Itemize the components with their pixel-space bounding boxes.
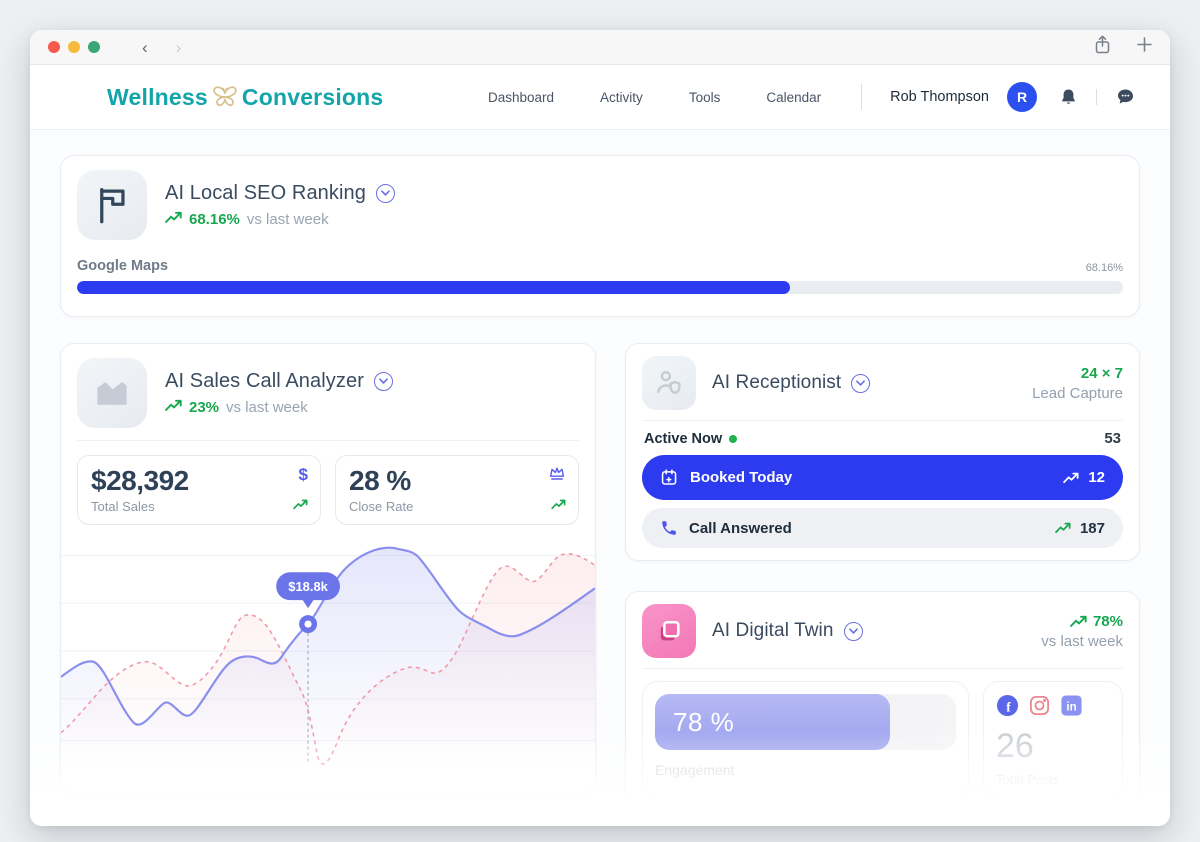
engagement-label: Engagement — [655, 762, 956, 778]
app-window: ‹ › Wellness — [30, 30, 1170, 826]
titlebar: ‹ › — [30, 30, 1170, 65]
main-nav: Dashboard Activity Tools Calendar — [488, 90, 821, 105]
digital-twin-icon — [642, 604, 696, 658]
stat-value: $28,392 — [91, 465, 307, 497]
trend-up-icon — [1055, 522, 1071, 534]
nav-item-activity[interactable]: Activity — [600, 90, 643, 105]
trend-suffix: vs last week — [247, 211, 329, 228]
svg-text:in: in — [1066, 701, 1076, 713]
booked-today-label: Booked Today — [690, 469, 792, 486]
calendar-plus-icon — [660, 468, 679, 487]
total-posts-label: Total Posts — [996, 772, 1110, 787]
row-booked-today[interactable]: Booked Today 12 — [642, 455, 1123, 500]
close-window-button[interactable] — [48, 41, 60, 53]
nav-item-calendar[interactable]: Calendar — [766, 90, 821, 105]
svg-text:$18.8k: $18.8k — [288, 579, 328, 594]
trend-up-icon — [293, 497, 308, 515]
chevron-down-icon[interactable] — [376, 184, 395, 203]
booked-today-value: 12 — [1088, 469, 1105, 486]
back-icon[interactable]: ‹ — [128, 39, 162, 56]
forward-icon[interactable]: › — [162, 39, 196, 56]
sales-line-chart[interactable]: $18.8k — [61, 535, 595, 770]
engagement-fill: 78 % — [655, 694, 890, 750]
stat-value: 28 % — [349, 465, 565, 497]
trend-suffix: vs last week — [226, 399, 308, 416]
badge-24x7: 24 × 7 — [1032, 365, 1123, 382]
trend-value: 78% — [1093, 613, 1123, 630]
trend-suffix: vs last week — [1041, 633, 1123, 650]
trend-up-icon — [1063, 472, 1079, 484]
app-header: Wellness Conversions Dashboard Activity … — [30, 65, 1170, 130]
instagram-icon[interactable] — [1028, 694, 1051, 717]
engagement-track: 78 % — [655, 694, 956, 750]
trend-up-icon — [551, 497, 566, 515]
messages-icon[interactable] — [1115, 87, 1136, 107]
call-answered-label: Call Answered — [689, 520, 792, 537]
total-posts-value: 26 — [996, 727, 1110, 766]
zoom-window-button[interactable] — [88, 41, 100, 53]
crown-icon — [548, 465, 566, 486]
engagement-value: 78 % — [673, 707, 734, 738]
trend-up-icon — [165, 211, 182, 229]
nav-item-dashboard[interactable]: Dashboard — [488, 90, 554, 105]
avatar[interactable]: R — [1007, 82, 1037, 112]
butterfly-icon — [210, 84, 240, 110]
user-name[interactable]: Rob Thompson — [890, 89, 989, 105]
dollar-icon: $ — [299, 465, 308, 485]
engagement-tile: 78 % Engagement — [642, 681, 969, 800]
stat-total-sales[interactable]: $28,392 Total Sales $ — [77, 455, 321, 525]
card-ai-digital-twin: AI Digital Twin 78% — [625, 591, 1140, 826]
svg-text:f: f — [1006, 699, 1011, 714]
total-posts-tile: f — [983, 681, 1123, 800]
header-divider — [861, 84, 862, 110]
badge-label: Lead Capture — [1032, 385, 1123, 402]
meter-label: Google Maps — [77, 258, 168, 274]
notifications-bell-icon[interactable] — [1059, 87, 1078, 107]
receptionist-icon — [642, 356, 696, 410]
card-title: AI Receptionist — [712, 372, 841, 394]
chevron-down-icon[interactable] — [844, 622, 863, 641]
progress-track — [77, 281, 1123, 294]
minimize-window-button[interactable] — [68, 41, 80, 53]
area-chart-icon — [77, 358, 147, 428]
online-status-dot — [729, 435, 737, 443]
trend-value: 68.16% — [189, 211, 240, 228]
call-answered-value: 187 — [1080, 520, 1105, 537]
dashboard-main: AI Local SEO Ranking 68.16% vs last week — [30, 130, 1170, 826]
card-ai-receptionist: AI Receptionist 24 × 7 Lead Capture — [625, 343, 1140, 561]
row-call-answered[interactable]: Call Answered 187 — [642, 508, 1123, 548]
stat-close-rate[interactable]: 28 % Close Rate — [335, 455, 579, 525]
chevron-down-icon[interactable] — [374, 372, 393, 391]
active-now-label: Active Now — [644, 431, 722, 447]
logo-word-1: Wellness — [107, 84, 208, 111]
progress-fill — [77, 281, 790, 294]
card-title: AI Sales Call Analyzer — [165, 370, 364, 393]
window-controls — [48, 41, 100, 53]
new-tab-icon[interactable] — [1137, 37, 1152, 57]
meter-value: 68.16% — [1086, 262, 1123, 274]
icon-divider — [1096, 89, 1097, 105]
card-ai-local-seo-ranking: AI Local SEO Ranking 68.16% vs last week — [60, 155, 1140, 317]
facebook-icon[interactable]: f — [996, 694, 1019, 717]
card-title: AI Local SEO Ranking — [165, 182, 366, 205]
logo[interactable]: Wellness Conversions — [107, 84, 383, 111]
trend-up-icon — [165, 399, 182, 417]
google-maps-meter: Google Maps 68.16% — [61, 252, 1139, 294]
card-title: AI Digital Twin — [712, 620, 834, 642]
trend-value: 23% — [189, 399, 219, 416]
stat-label: Total Sales — [91, 499, 307, 514]
flag-icon — [77, 170, 147, 240]
chevron-down-icon[interactable] — [851, 374, 870, 393]
card-ai-sales-call-analyzer: AI Sales Call Analyzer — [60, 343, 596, 795]
linkedin-icon[interactable]: in — [1060, 694, 1083, 717]
stat-label: Close Rate — [349, 499, 565, 514]
trend-up-icon — [1070, 615, 1087, 628]
share-icon[interactable] — [1094, 35, 1111, 59]
active-now-value: 53 — [1104, 430, 1121, 447]
nav-item-tools[interactable]: Tools — [689, 90, 721, 105]
row-active-now: Active Now 53 — [642, 421, 1123, 455]
logo-word-2: Conversions — [242, 84, 384, 111]
profile-area: Rob Thompson R — [890, 82, 1136, 112]
phone-icon — [660, 519, 678, 537]
